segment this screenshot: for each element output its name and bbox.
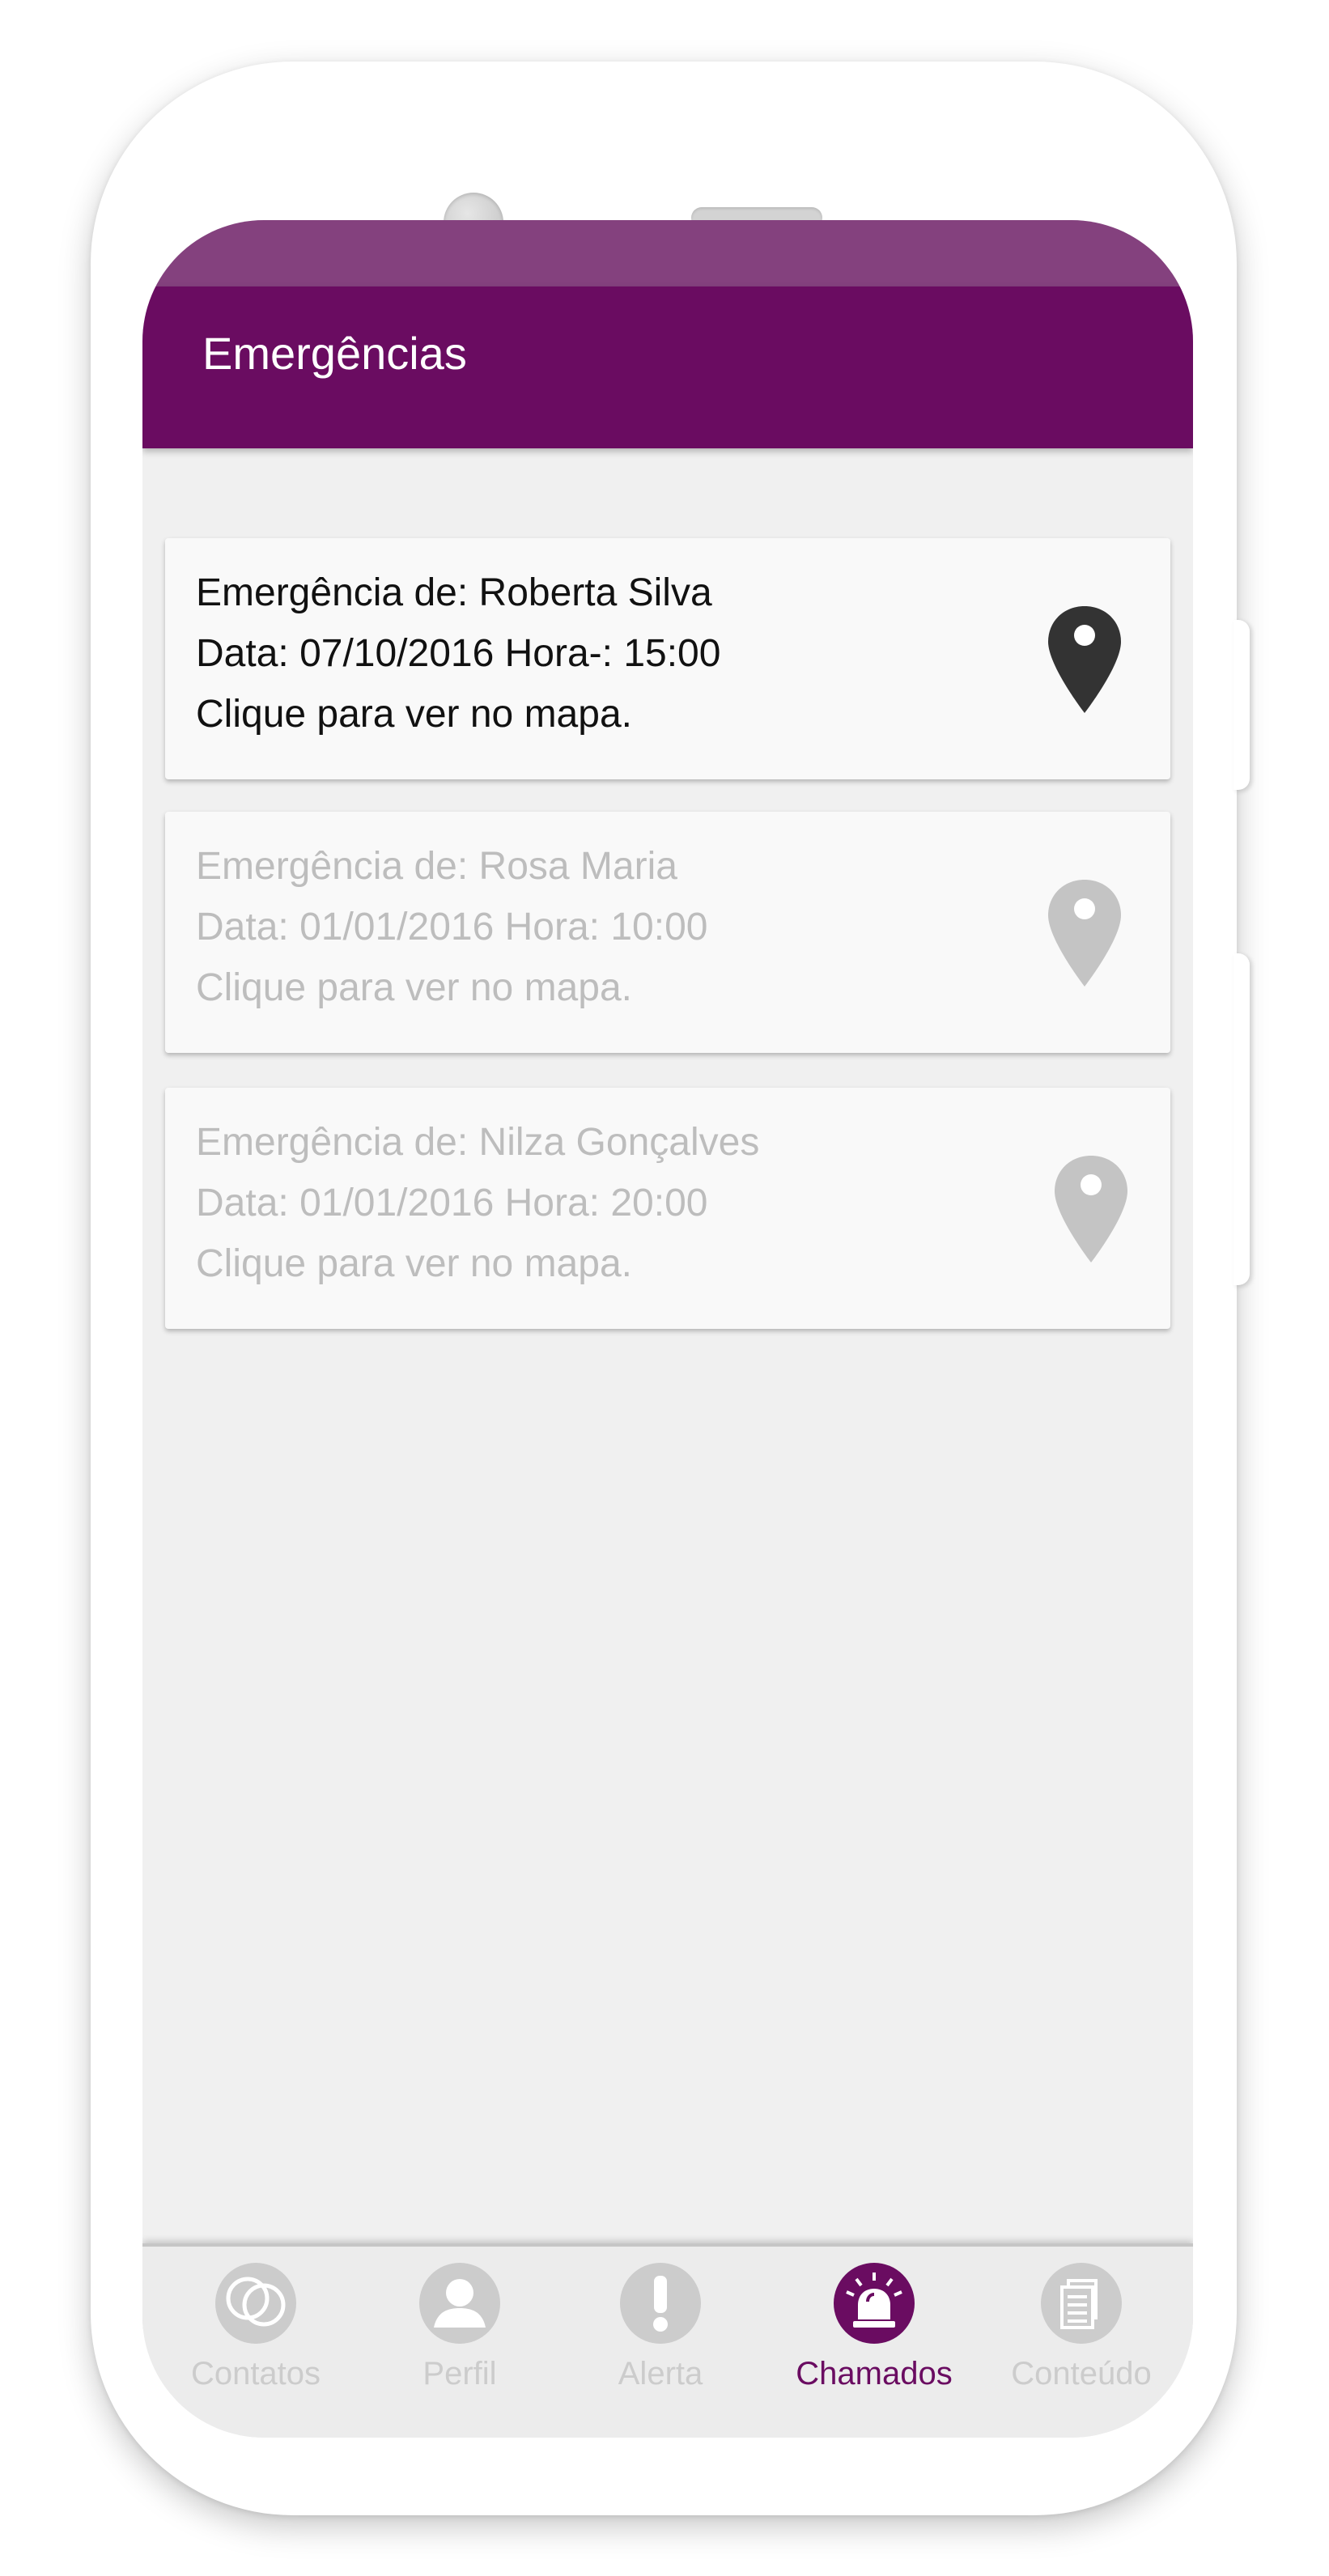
emergency-name: Emergência de: Rosa Maria bbox=[196, 845, 677, 888]
map-pin-icon[interactable] bbox=[1044, 603, 1125, 716]
power-button bbox=[1233, 953, 1250, 1285]
nav-label: Chamados bbox=[796, 2356, 953, 2391]
profile-icon bbox=[419, 2263, 500, 2344]
nav-perfil[interactable]: Perfil bbox=[363, 2263, 557, 2417]
emergency-map-hint: Clique para ver no mapa. bbox=[196, 693, 632, 736]
contacts-icon bbox=[215, 2263, 296, 2344]
nav-contatos[interactable]: Contatos bbox=[159, 2263, 353, 2417]
map-pin-icon[interactable] bbox=[1051, 1152, 1132, 1266]
app-bar: Emergências bbox=[142, 286, 1193, 448]
nav-label: Alerta bbox=[618, 2356, 703, 2391]
map-pin-icon[interactable] bbox=[1044, 876, 1125, 990]
page-title: Emergências bbox=[202, 328, 467, 379]
emergency-map-hint: Clique para ver no mapa. bbox=[196, 966, 632, 1009]
content-icon bbox=[1041, 2263, 1122, 2344]
emergency-datetime: Data: 01/01/2016 Hora: 10:00 bbox=[196, 906, 708, 948]
emergency-name: Emergência de: Roberta Silva bbox=[196, 571, 712, 614]
emergency-card[interactable]: Emergência de: Rosa Maria Data: 01/01/20… bbox=[165, 812, 1170, 1053]
emergency-map-hint: Clique para ver no mapa. bbox=[196, 1242, 632, 1285]
emergency-card[interactable]: Emergência de: Nilza Gonçalves Data: 01/… bbox=[165, 1088, 1170, 1329]
emergency-datetime: Data: 01/01/2016 Hora: 20:00 bbox=[196, 1182, 708, 1224]
status-bar bbox=[142, 220, 1193, 286]
nav-label: Perfil bbox=[422, 2356, 497, 2391]
nav-label: Conteúdo bbox=[1011, 2356, 1152, 2391]
nav-alerta[interactable]: Alerta bbox=[563, 2263, 758, 2417]
emergency-card[interactable]: Emergência de: Roberta Silva Data: 07/10… bbox=[165, 538, 1170, 779]
nav-conteudo[interactable]: Conteúdo bbox=[984, 2263, 1178, 2417]
siren-icon bbox=[834, 2263, 915, 2344]
alert-icon bbox=[620, 2263, 701, 2344]
volume-button bbox=[1233, 620, 1250, 790]
app-screen: Emergências Emergência de: Roberta Silva… bbox=[142, 220, 1193, 2438]
emergency-name: Emergência de: Nilza Gonçalves bbox=[196, 1121, 760, 1164]
bottom-navigation: Contatos Perfil Alerta Chamados Conteúdo bbox=[142, 2243, 1193, 2438]
nav-chamados[interactable]: Chamados bbox=[777, 2263, 971, 2417]
nav-label: Contatos bbox=[190, 2356, 321, 2391]
emergency-datetime: Data: 07/10/2016 Hora-: 15:00 bbox=[196, 632, 721, 675]
